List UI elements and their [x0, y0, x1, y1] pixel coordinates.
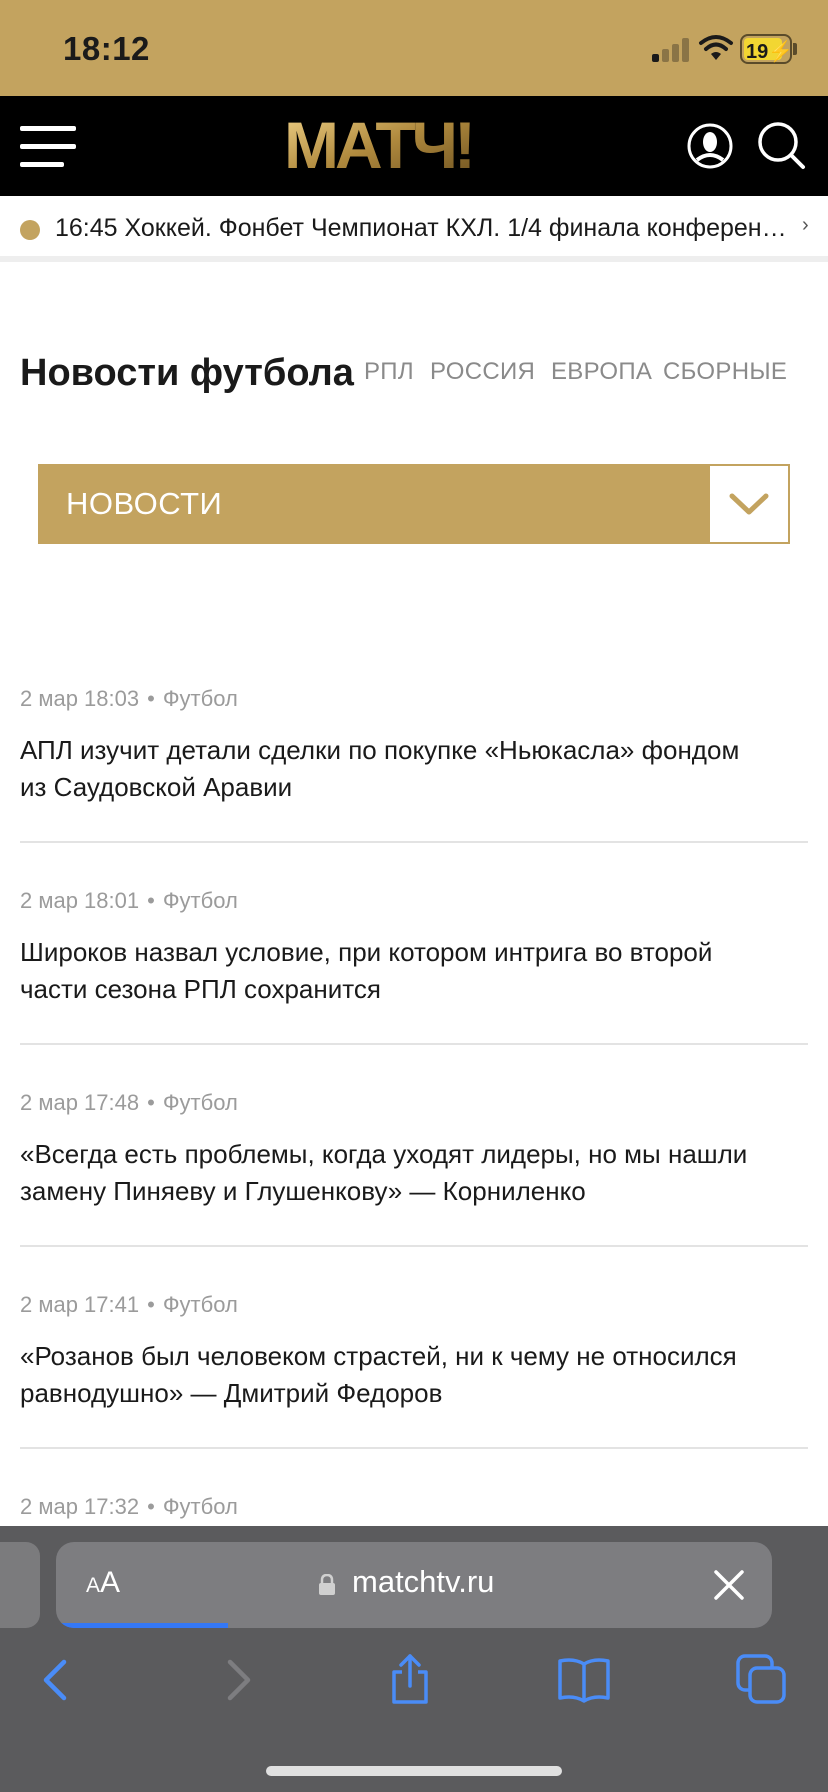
hamburger-icon[interactable] [20, 126, 76, 168]
chevron-right-icon[interactable]: › [802, 214, 809, 237]
news-item[interactable]: 2 мар 17:48 • Футбол «Всегда есть проблемы… [20, 1090, 808, 1210]
news-category[interactable]: Футбол [163, 1494, 238, 1519]
reader-settings-button[interactable]: AA [86, 1566, 120, 1600]
dropdown-toggle[interactable] [710, 466, 788, 542]
page-load-progress [56, 1623, 228, 1628]
news-item[interactable]: 2 мар 17:41 • Футбол «Розанов был человеко… [20, 1292, 808, 1412]
news-category[interactable]: Футбол [163, 1292, 238, 1317]
subnav-national-teams[interactable]: СБОРНЫЕ [663, 358, 787, 386]
divider [20, 841, 808, 843]
news-title[interactable]: Широков назвал условие, при котором интр… [20, 934, 808, 1008]
url-text[interactable]: matchtv.ru [352, 1564, 494, 1600]
news-item[interactable]: 2 мар 18:01 • Футбол Широков назвал услови… [20, 888, 808, 1008]
lock-icon [319, 1574, 335, 1595]
news-date: 2 мар 18:03 [20, 686, 140, 711]
news-title[interactable]: «Розанов был человеком страстей, ни к че… [20, 1338, 808, 1412]
status-time: 18:12 [63, 30, 150, 67]
news-date: 2 мар 17:41 [20, 1292, 140, 1317]
address-bar[interactable]: AA matchtv.ru [56, 1542, 772, 1628]
site-logo[interactable]: МАТЧ! [284, 112, 508, 178]
subnav-europe[interactable]: ЕВРОПА [551, 358, 652, 386]
chevron-right-icon[interactable] [208, 1652, 264, 1708]
news-date: 2 мар 17:32 [20, 1494, 140, 1519]
home-indicator [266, 1766, 562, 1776]
divider [20, 1447, 808, 1449]
battery-level: 19 [746, 41, 769, 63]
divider [20, 1043, 808, 1045]
live-dot-icon [20, 220, 40, 240]
news-item[interactable]: 2 мар 18:03 • Футбол АПЛ изучит детали сде… [20, 686, 808, 806]
chevron-down-icon [729, 493, 769, 515]
ticker-text[interactable]: 16:45 Хоккей. Фонбет Чемпионат КХЛ. 1/4 … [55, 214, 795, 243]
news-date: 2 мар 18:01 [20, 888, 140, 913]
close-icon[interactable] [712, 1568, 746, 1602]
news-item[interactable]: 2 мар 17:32 • Футбол [20, 1494, 808, 1520]
dropdown-selected-value: НОВОСТИ [66, 486, 223, 521]
book-icon[interactable] [556, 1652, 612, 1708]
page-title: Новости футбола [20, 352, 354, 394]
wifi-icon [699, 35, 733, 60]
status-bar: 18:12 19⚡ [0, 0, 828, 96]
previous-tab-preview[interactable] [0, 1542, 40, 1628]
chevron-left-icon[interactable] [30, 1652, 86, 1708]
search-icon[interactable] [756, 120, 806, 170]
news-type-dropdown[interactable]: НОВОСТИ [38, 464, 790, 544]
logo-text: МАТЧ! [284, 112, 472, 178]
news-category[interactable]: Футбол [163, 686, 238, 711]
user-icon[interactable] [686, 122, 734, 170]
divider [20, 1245, 808, 1247]
news-category[interactable]: Футбол [163, 1090, 238, 1115]
news-title[interactable]: АПЛ изучит детали сделки по покупке «Нью… [20, 732, 808, 806]
subnav-russia[interactable]: РОССИЯ [430, 358, 535, 386]
live-ticker[interactable]: 16:45 Хоккей. Фонбет Чемпионат КХЛ. 1/4 … [0, 196, 828, 262]
subnav-rpl[interactable]: РПЛ [364, 358, 414, 386]
battery-icon: 19⚡ [740, 34, 793, 64]
news-category[interactable]: Футбол [163, 888, 238, 913]
news-title[interactable]: «Всегда есть проблемы, когда уходят лиде… [20, 1136, 808, 1210]
cellular-signal-icon [652, 38, 692, 62]
tabs-icon[interactable] [734, 1652, 790, 1708]
news-date: 2 мар 17:48 [20, 1090, 140, 1115]
share-icon[interactable] [382, 1652, 438, 1708]
